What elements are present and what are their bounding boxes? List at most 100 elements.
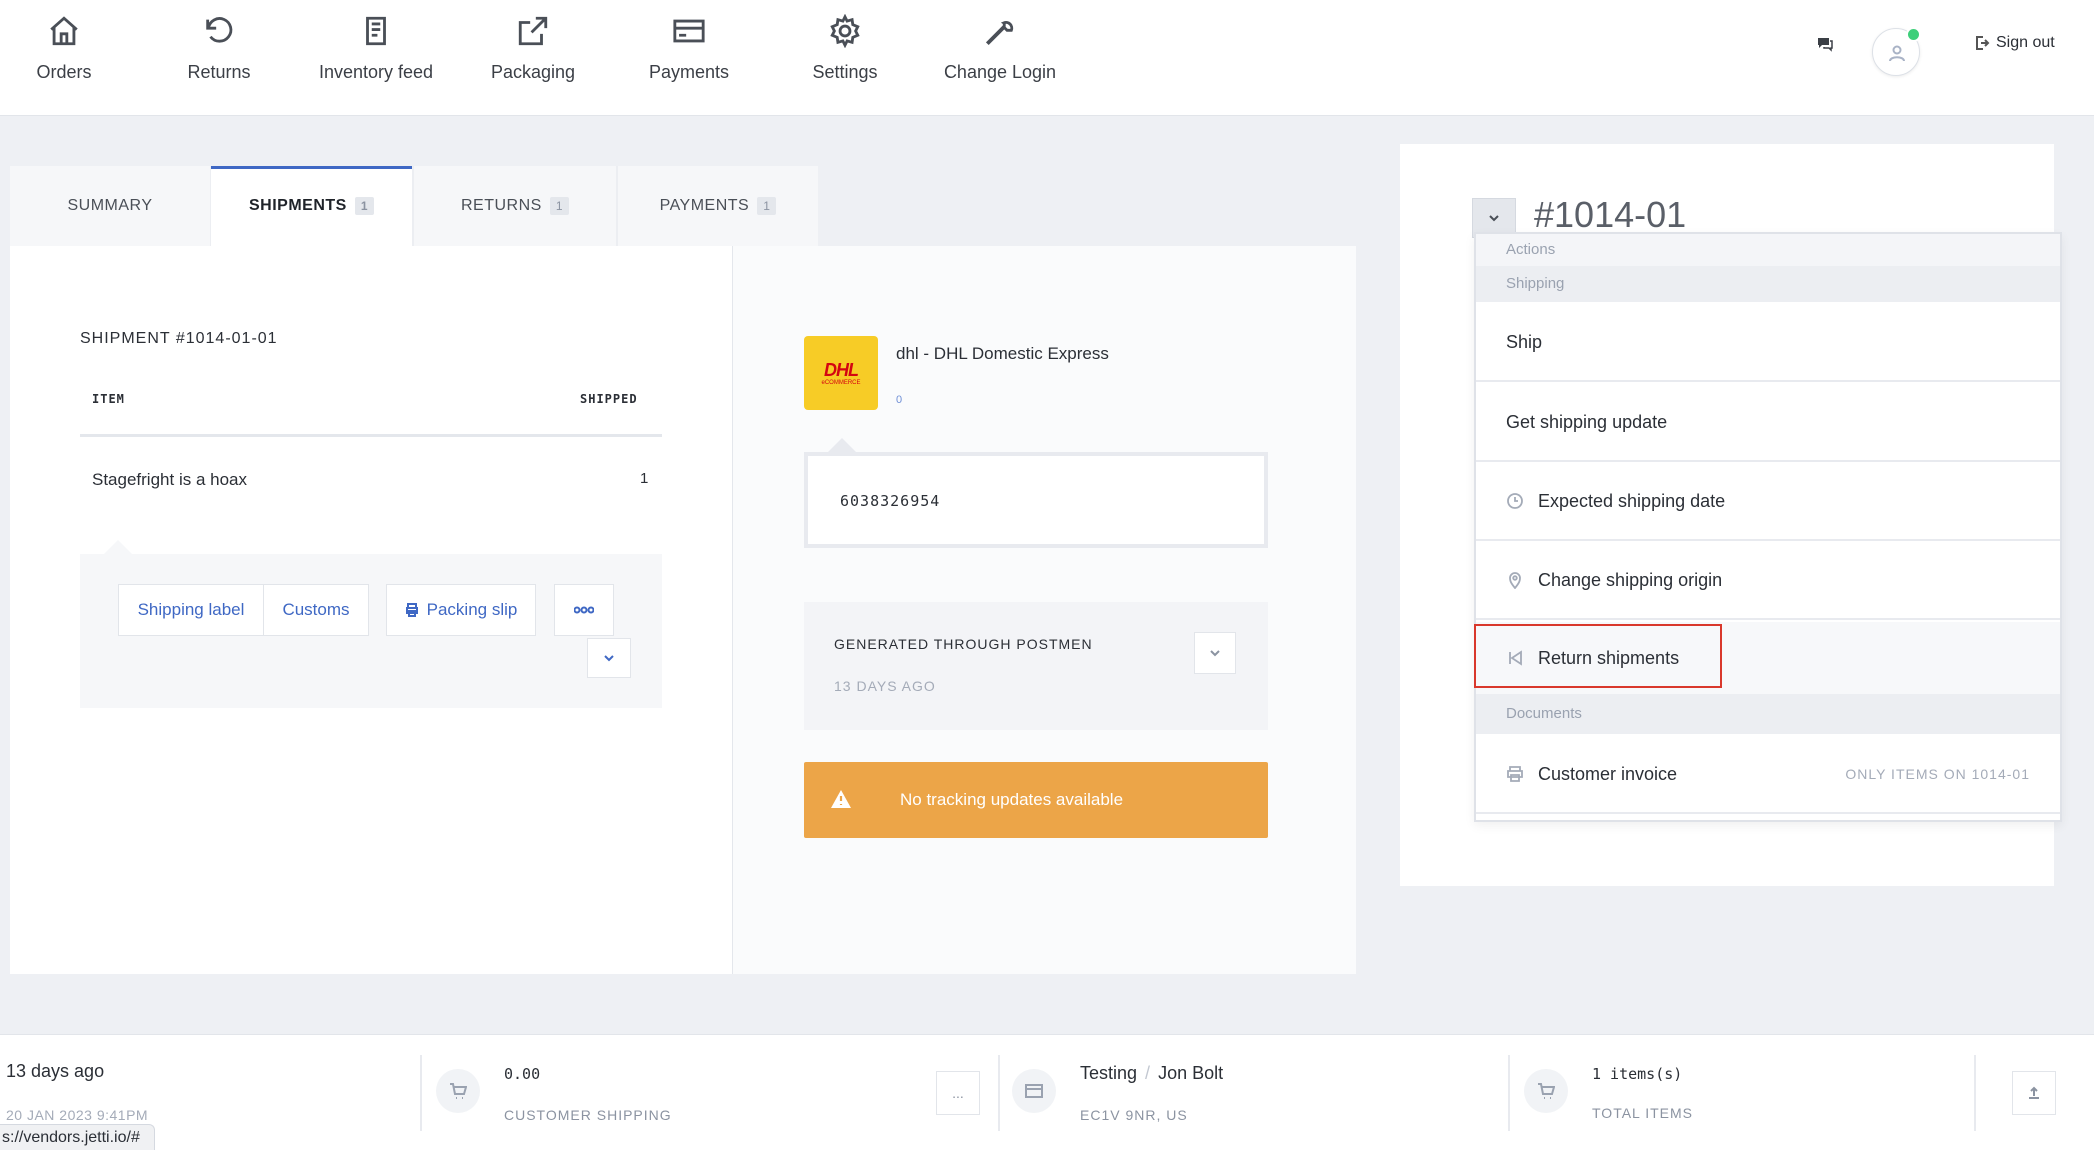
footer-divider: [420, 1055, 422, 1131]
shipment-title: SHIPMENT #1014-01-01: [80, 330, 278, 347]
sign-out-link[interactable]: Sign out: [1974, 34, 2055, 52]
gear-icon: [830, 14, 860, 48]
order-footer: 13 days ago 20 JAN 2023 9:41PM 0.00 CUST…: [0, 1034, 2094, 1150]
menu-item-change-shipping-origin-label: Change shipping origin: [1538, 569, 1723, 590]
footer-divider: [1508, 1055, 1510, 1131]
return-shipments-highlight: [1474, 624, 1722, 688]
upload-icon: [2029, 1086, 2039, 1099]
tab-summary[interactable]: SUMMARY: [10, 166, 210, 246]
more-options-button[interactable]: [554, 584, 614, 636]
external-link-icon: [518, 16, 548, 46]
wrench-icon: [985, 21, 1014, 46]
generated-expand-button[interactable]: [1194, 632, 1236, 674]
tab-payments[interactable]: PAYMENTS 1: [618, 166, 818, 246]
packing-slip-button[interactable]: Packing slip: [386, 584, 536, 636]
carrier-name: dhl - DHL Domestic Express: [896, 344, 1109, 363]
footer-customer-icon: [1012, 1069, 1056, 1113]
cart-icon: [1538, 1083, 1555, 1099]
nav-change-login-label: Change Login: [943, 62, 1057, 82]
nav-orders[interactable]: Orders: [0, 14, 139, 94]
nav-packaging-label: Packaging: [490, 62, 576, 82]
shipping-label-button[interactable]: Shipping label: [118, 584, 264, 636]
avatar[interactable]: [1872, 27, 1921, 76]
order-tabs: SUMMARY SHIPMENTS 1 RETURNS 1 PAYMENTS 1: [10, 166, 818, 246]
undo-icon: [206, 17, 233, 43]
footer-items-icon: [1524, 1069, 1568, 1113]
shipment-item-qty: 1: [640, 470, 649, 487]
order-number: #1014-01: [1534, 194, 1687, 235]
generated-ago: 13 DAYS AGO: [834, 678, 936, 694]
menu-item-customer-invoice-label: Customer invoice: [1538, 763, 1678, 784]
menu-item-customer-invoice[interactable]: Customer invoice ONLY ITEMS ON 1014-01: [1476, 736, 2060, 814]
generated-info: GENERATED THROUGH POSTMEN 13 DAYS AGO: [804, 602, 1268, 730]
footer-divider: [998, 1055, 1000, 1131]
menu-item-ship-label: Ship: [1506, 331, 1543, 352]
menu-item-ship[interactable]: Ship: [1476, 304, 2060, 382]
more-dots-icon: [574, 606, 594, 614]
nav-returns[interactable]: Returns: [144, 14, 294, 94]
tracking-number-box[interactable]: 6038326954: [804, 452, 1268, 548]
footer-shipping-icon: [436, 1069, 480, 1113]
tab-returns[interactable]: RETURNS 1: [414, 166, 616, 246]
sign-out-label: Sign out: [1996, 34, 2055, 51]
footer-divider: [1974, 1055, 1976, 1131]
dhl-logo: DHL eCOMMERCE: [804, 336, 878, 410]
printer-icon: [1507, 766, 1523, 782]
sign-out-icon: [1976, 36, 1990, 50]
tab-shipments-count: 1: [354, 196, 375, 215]
nav-inventory-feed[interactable]: Inventory feed: [301, 14, 451, 94]
menu-item-change-shipping-origin[interactable]: Change shipping origin: [1476, 542, 2060, 620]
nav-returns-label: Returns: [187, 62, 251, 82]
customer-invoice-note: ONLY ITEMS ON 1014-01: [1845, 766, 2030, 782]
location-pin-icon: [1509, 572, 1521, 589]
id-card-icon: [1025, 1084, 1043, 1098]
menu-item-get-shipping-update[interactable]: Get shipping update: [1476, 384, 2060, 462]
header-divider: [80, 434, 662, 437]
footer-customer: Testing / Jon Bolt: [1080, 1063, 1223, 1084]
tracking-warning: No tracking updates available: [804, 762, 1268, 838]
nav-settings-label: Settings: [812, 62, 878, 82]
tab-payments-label: PAYMENTS: [659, 197, 750, 214]
tab-payments-count: 1: [757, 196, 777, 215]
home-icon: [50, 16, 78, 46]
menu-section-actions: Actions: [1476, 234, 2060, 266]
menu-item-expected-shipping-date[interactable]: Expected shipping date: [1476, 463, 2060, 541]
cart-icon: [450, 1083, 467, 1099]
nav-settings[interactable]: Settings: [770, 14, 920, 94]
dhl-logo-subtext: eCOMMERCE: [821, 380, 861, 386]
menu-item-get-shipping-update-label: Get shipping update: [1506, 411, 1668, 432]
column-header-item: ITEM: [92, 392, 125, 406]
packing-slip-button-label: Packing slip: [426, 600, 518, 619]
footer-items-value: 1 items(s): [1592, 1065, 1683, 1083]
nav-change-login[interactable]: Change Login: [925, 14, 1075, 94]
tab-shipments-label: SHIPMENTS: [248, 197, 347, 214]
tab-shipments[interactable]: SHIPMENTS 1: [211, 166, 412, 246]
nav-orders-label: Orders: [36, 62, 92, 82]
footer-more-button[interactable]: ...: [936, 1071, 980, 1115]
tab-returns-count: 1: [549, 196, 570, 215]
chat-icon[interactable]: [1816, 36, 1834, 52]
chevron-down-icon: [604, 655, 614, 662]
nav-packaging[interactable]: Packaging: [458, 14, 608, 94]
button-area-notch: [104, 540, 132, 554]
tab-summary-label: SUMMARY: [67, 197, 153, 214]
tracking-notch: [828, 438, 856, 452]
tracking-number: 6038326954: [840, 492, 941, 510]
nav-payments[interactable]: Payments: [614, 14, 764, 94]
footer-upload-button[interactable]: [2012, 1071, 2056, 1115]
footer-items-caption: TOTAL ITEMS: [1592, 1105, 1693, 1121]
online-status-dot: [1906, 27, 1921, 42]
tab-returns-label: RETURNS: [460, 197, 542, 214]
expand-button[interactable]: [587, 638, 631, 678]
nav-payments-label: Payments: [648, 62, 730, 82]
shipment-item-name: Stagefright is a hoax: [92, 470, 247, 489]
dhl-logo-text: DHL: [824, 360, 859, 380]
document-icon: [366, 16, 386, 46]
generated-title: GENERATED THROUGH POSTMEN: [834, 636, 1093, 652]
order-actions-menu: Actions Shipping Ship Get shipping updat…: [1474, 232, 2062, 822]
column-header-shipped: SHIPPED: [580, 392, 638, 406]
customs-button[interactable]: Customs: [263, 584, 369, 636]
warning-icon: [831, 790, 851, 808]
menu-section-shipping: Shipping: [1476, 266, 2060, 302]
carrier-sub: 0: [896, 394, 903, 406]
